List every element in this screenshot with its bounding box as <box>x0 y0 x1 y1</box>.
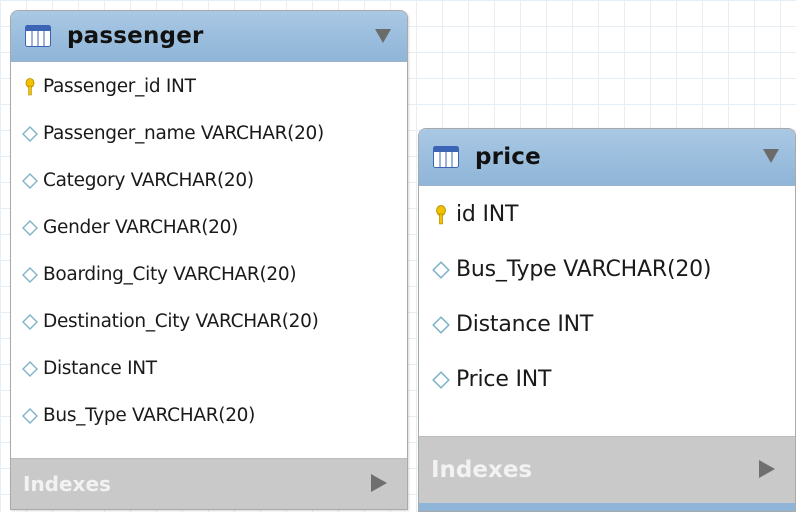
column-row[interactable]: Category VARCHAR(20) <box>11 157 407 204</box>
diamond-icon <box>432 260 450 279</box>
key-icon <box>25 77 35 95</box>
triangle-down-icon[interactable] <box>375 29 391 43</box>
table-icon <box>25 25 51 47</box>
diamond-icon <box>22 360 38 377</box>
indexes-section[interactable]: Indexes <box>11 458 407 509</box>
column-label: Distance INT <box>456 312 594 337</box>
column-row[interactable]: Passenger_name VARCHAR(20) <box>11 110 407 157</box>
column-row[interactable]: Distance INT <box>419 297 795 352</box>
column-row[interactable]: Destination_City VARCHAR(20) <box>11 298 407 345</box>
triangle-right-icon[interactable] <box>759 460 775 478</box>
column-label: Price INT <box>456 367 552 392</box>
column-row[interactable]: Bus_Type VARCHAR(20) <box>419 242 795 297</box>
key-icon <box>436 204 446 224</box>
column-label: Bus_Type VARCHAR(20) <box>43 405 256 426</box>
column-row[interactable]: Bus_Type VARCHAR(20) <box>11 392 407 439</box>
column-label: id INT <box>456 202 519 227</box>
entity-header[interactable]: passenger <box>11 11 407 62</box>
entity-passenger[interactable]: passenger Passenger_id INT Passenger_nam… <box>10 10 408 510</box>
diamond-icon <box>432 315 450 334</box>
column-label: Category VARCHAR(20) <box>43 170 254 191</box>
column-label: Gender VARCHAR(20) <box>43 217 239 238</box>
column-row[interactable]: Price INT <box>419 352 795 407</box>
column-label: Bus_Type VARCHAR(20) <box>456 257 712 282</box>
column-label: Distance INT <box>43 358 157 379</box>
diamond-icon <box>22 125 38 142</box>
diamond-icon <box>22 407 38 424</box>
triangle-right-icon[interactable] <box>371 474 387 492</box>
diamond-icon <box>22 219 38 236</box>
entity-header[interactable]: price <box>419 129 795 186</box>
indexes-label: Indexes <box>23 472 111 496</box>
entity-price[interactable]: price id INT Bus_Type VARCHAR(20) Distan… <box>418 128 796 512</box>
entity-title: price <box>475 144 541 170</box>
triangle-down-icon[interactable] <box>763 149 779 163</box>
column-row[interactable]: Passenger_id INT <box>11 63 407 110</box>
footer-strip <box>419 503 795 511</box>
table-icon <box>433 146 459 168</box>
column-row[interactable]: Distance INT <box>11 345 407 392</box>
diamond-icon <box>22 313 38 330</box>
column-label: Boarding_City VARCHAR(20) <box>43 264 297 285</box>
indexes-section[interactable]: Indexes <box>419 436 795 503</box>
entity-title: passenger <box>67 23 204 49</box>
column-row[interactable]: id INT <box>419 187 795 242</box>
column-label: Passenger_name VARCHAR(20) <box>43 123 324 144</box>
diamond-icon <box>22 172 38 189</box>
column-row[interactable]: Gender VARCHAR(20) <box>11 204 407 251</box>
column-label: Passenger_id INT <box>43 76 196 97</box>
column-label: Destination_City VARCHAR(20) <box>43 311 319 332</box>
diamond-icon <box>432 370 450 389</box>
column-list: id INT Bus_Type VARCHAR(20) Distance INT… <box>419 187 795 407</box>
column-row[interactable]: Boarding_City VARCHAR(20) <box>11 251 407 298</box>
column-list: Passenger_id INT Passenger_name VARCHAR(… <box>11 63 407 439</box>
indexes-label: Indexes <box>431 457 533 483</box>
diamond-icon <box>22 266 38 283</box>
